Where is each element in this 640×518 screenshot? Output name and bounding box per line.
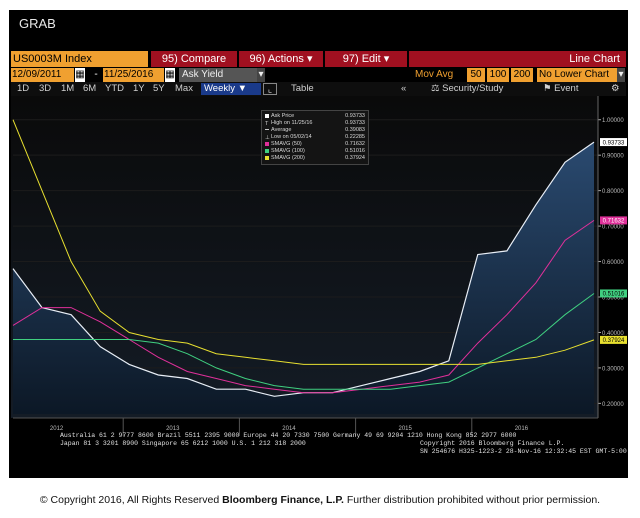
y-tick-label: 0.70000: [602, 225, 624, 231]
legend-value: 0.71632: [345, 141, 365, 147]
copyright-post: Further distribution prohibited without …: [346, 494, 601, 506]
legend-row: SMAVG (200) 0.37924: [265, 155, 365, 162]
legend-row: Ask Price 0.93733: [265, 113, 365, 120]
actions-button[interactable]: 96) Actions ▾: [239, 51, 323, 67]
legend-row: SMAVG (100) 0.51016: [265, 148, 365, 155]
legend-label: Average: [271, 127, 292, 133]
tab-ytd[interactable]: YTD: [105, 83, 124, 95]
chevron-down-icon[interactable]: ▾: [617, 68, 625, 82]
calendar-icon[interactable]: ▦: [165, 68, 175, 82]
legend-value: 0.93733: [345, 113, 365, 119]
bloomberg-terminal-window: GRAB US0003M Index 95) Compare 96) Actio…: [9, 10, 628, 478]
chart-icon[interactable]: ⌞: [263, 83, 277, 95]
tab-5y[interactable]: 5Y: [153, 83, 165, 95]
security-field[interactable]: US0003M Index: [11, 51, 148, 67]
tabs-bar: 1D 3D 1M 6M YTD 1Y 5Y Max Weekly ▼ ⌞ Tab…: [11, 82, 626, 96]
chevron-down-icon[interactable]: ▾: [257, 68, 265, 82]
footer-copyright: Copyright 2016 Bloomberg Finance L.P. SN…: [420, 440, 627, 456]
last-value-label: 0.37924: [603, 338, 625, 344]
last-value-label: 0.93733: [603, 140, 625, 146]
legend-value: 0.39083: [345, 127, 365, 133]
security-study-label: Security/Study: [442, 83, 504, 94]
copyright-notice: © Copyright 2016, All Rights Reserved Bl…: [0, 494, 640, 506]
legend-swatch: [265, 148, 269, 153]
y-tick-label: 0.30000: [602, 366, 624, 372]
period-label: Weekly: [204, 83, 235, 94]
footer-line: Australia 61 2 9777 8600 Brazil 5511 239…: [60, 432, 517, 439]
table-button[interactable]: Table: [291, 83, 314, 95]
tab-1y[interactable]: 1Y: [133, 83, 145, 95]
chevron-down-icon: ▾: [383, 53, 390, 65]
edit-label: 97) Edit: [342, 53, 381, 65]
footer-line: SN 254676 H325-1223-2 28-Nov-16 12:32:45…: [420, 448, 627, 455]
calendar-icon[interactable]: ▦: [75, 68, 85, 82]
last-value-label: 0.71632: [603, 219, 625, 225]
legend-swatch: [265, 129, 269, 131]
legend-value: 0.51016: [345, 148, 365, 154]
compare-button[interactable]: 95) Compare: [151, 51, 237, 67]
tab-6m[interactable]: 6M: [83, 83, 96, 95]
period-selector[interactable]: Weekly ▼: [201, 83, 261, 95]
y-tick-label: 1.00000: [602, 118, 624, 124]
footer-line: Copyright 2016 Bloomberg Finance L.P.: [420, 440, 565, 447]
legend-swatch: T: [265, 120, 269, 127]
legend-label: Low on 05/02/14: [271, 134, 312, 140]
mov-avg-100[interactable]: 100: [487, 68, 509, 82]
flag-icon: ⚑: [543, 83, 552, 94]
gear-icon[interactable]: ⚙: [611, 83, 620, 95]
legend-value: 0.22285: [345, 134, 365, 140]
copyright-pre: © Copyright 2016, All Rights Reserved: [39, 494, 220, 506]
legend-swatch: ⊥: [265, 134, 270, 141]
tab-1m[interactable]: 1M: [61, 83, 74, 95]
actions-label: 96) Actions: [249, 53, 304, 65]
legend-row: SMAVG (50) 0.71632: [265, 141, 365, 148]
chart-type-selector[interactable]: Line Chart: [409, 51, 626, 67]
command-bar: US0003M Index 95) Compare 96) Actions ▾ …: [11, 51, 626, 67]
security-study-button[interactable]: ⚖ Security/Study: [431, 83, 503, 95]
mov-avg-200[interactable]: 200: [511, 68, 533, 82]
y-tick-label: 0.20000: [602, 402, 624, 408]
lower-chart-selector[interactable]: No Lower Chart: [537, 68, 617, 82]
y-tick-label: 0.90000: [602, 154, 624, 160]
legend: Ask Price 0.93733 T High on 11/25/16 0.9373…: [261, 110, 369, 165]
app-title: GRAB: [19, 16, 56, 31]
legend-label: High on 11/25/16: [271, 120, 313, 126]
tab-3d[interactable]: 3D: [39, 83, 51, 95]
legend-label: SMAVG (100): [271, 148, 305, 154]
last-value-label: 0.51016: [603, 292, 625, 298]
end-date-field[interactable]: 11/25/2016: [103, 68, 164, 82]
event-label: Event: [554, 83, 579, 94]
date-separator: -: [94, 69, 98, 80]
legend-label: SMAVG (50): [271, 141, 302, 147]
collapse-icon[interactable]: «: [401, 83, 406, 95]
field-selector[interactable]: Ask Yield: [179, 68, 258, 82]
tab-max[interactable]: Max: [175, 83, 193, 95]
copyright-company: Bloomberg Finance, L.P.: [222, 494, 344, 506]
legend-row: ⊥Low on 05/02/14 0.22285: [265, 134, 365, 141]
legend-row: T High on 11/25/16 0.93733: [265, 120, 365, 127]
range-bar: 12/09/2011 ▦ - 11/25/2016 ▦ Ask Yield ▾ …: [11, 68, 626, 82]
legend-swatch: [265, 113, 269, 118]
legend-label: SMAVG (200): [271, 155, 305, 161]
legend-label: Ask Price: [271, 113, 295, 119]
tab-1d[interactable]: 1D: [17, 83, 29, 95]
mov-avg-label: Mov Avg: [415, 69, 454, 80]
legend-value: 0.93733: [345, 120, 365, 126]
edit-button[interactable]: 97) Edit ▾: [325, 51, 407, 67]
study-icon: ⚖: [431, 83, 440, 94]
mov-avg-50[interactable]: 50: [467, 68, 485, 82]
event-button[interactable]: ⚑ Event: [543, 83, 578, 95]
chevron-down-icon: ▾: [306, 53, 313, 65]
legend-value: 0.37924: [345, 155, 365, 161]
legend-row: Average 0.39083: [265, 127, 365, 134]
legend-swatch: [265, 155, 269, 160]
y-tick-label: 0.80000: [602, 189, 624, 195]
y-tick-label: 0.60000: [602, 260, 624, 266]
start-date-field[interactable]: 12/09/2011: [11, 68, 74, 82]
legend-swatch: [265, 141, 269, 146]
